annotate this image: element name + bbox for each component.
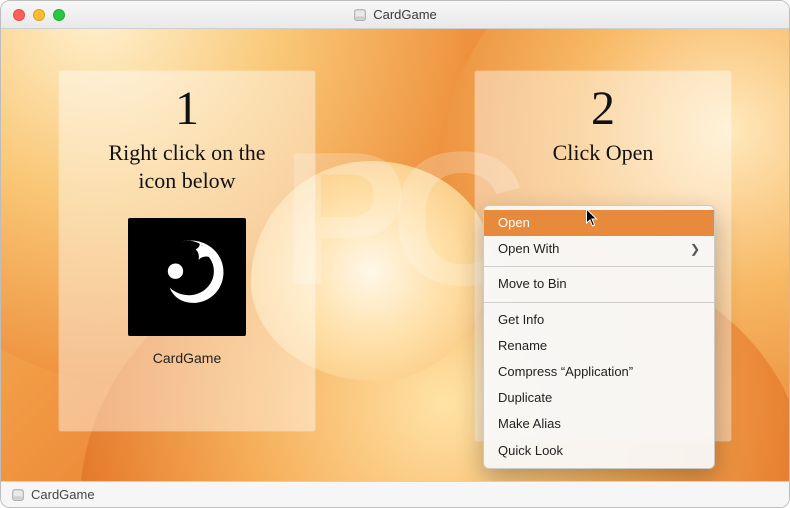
- step1-text-line2: icon below: [138, 168, 235, 193]
- app-label: CardGame: [153, 350, 221, 366]
- panels: 1 Right click on the icon below CardGame…: [1, 29, 789, 481]
- menu-item-compress-label: Compress “Application”: [498, 363, 633, 381]
- step2-number: 2: [591, 85, 615, 133]
- menu-item-rename-label: Rename: [498, 337, 547, 355]
- status-bar: CardGame: [1, 481, 789, 507]
- menu-item-move-to-bin[interactable]: Move to Bin: [484, 271, 714, 297]
- context-menu: Open Open With ❯ Move to Bin Get Info: [483, 205, 715, 469]
- disk-icon: [353, 8, 367, 22]
- menu-item-make-alias-label: Make Alias: [498, 415, 561, 433]
- step2-panel: 2 Click Open Open Open With ❯ Move to Bi…: [475, 71, 731, 441]
- menu-item-duplicate-label: Duplicate: [498, 389, 552, 407]
- traffic-lights: [13, 9, 65, 21]
- menu-separator: [484, 266, 714, 267]
- content-area: PC 1 Right click on the icon below CardG…: [1, 29, 789, 481]
- status-label: CardGame: [31, 487, 95, 502]
- step1-text-line1: Right click on the: [108, 140, 265, 165]
- zoom-button[interactable]: [53, 9, 65, 21]
- titlebar: CardGame: [1, 1, 789, 29]
- window-title: CardGame: [373, 7, 437, 22]
- menu-item-make-alias[interactable]: Make Alias: [484, 411, 714, 437]
- step1-text: Right click on the icon below: [108, 139, 265, 194]
- dragon-icon: [139, 229, 235, 325]
- menu-item-get-info-label: Get Info: [498, 311, 544, 329]
- minimize-button[interactable]: [33, 9, 45, 21]
- app-icon[interactable]: [128, 218, 246, 336]
- window-frame: CardGame PC 1 Right click on the icon be…: [0, 0, 790, 508]
- menu-item-rename[interactable]: Rename: [484, 333, 714, 359]
- step2-text: Click Open: [553, 139, 654, 167]
- menu-separator: [484, 302, 714, 303]
- step1-panel: 1 Right click on the icon below CardGame: [59, 71, 315, 431]
- menu-item-open-with[interactable]: Open With ❯: [484, 236, 714, 262]
- menu-item-move-to-bin-label: Move to Bin: [498, 275, 567, 293]
- close-button[interactable]: [13, 9, 25, 21]
- title-center: CardGame: [1, 7, 789, 22]
- step1-number: 1: [175, 85, 199, 133]
- menu-item-open[interactable]: Open: [484, 210, 714, 236]
- chevron-right-icon: ❯: [690, 241, 700, 258]
- menu-item-duplicate[interactable]: Duplicate: [484, 385, 714, 411]
- menu-item-quick-look[interactable]: Quick Look: [484, 438, 714, 464]
- menu-item-quick-look-label: Quick Look: [498, 442, 563, 460]
- menu-item-open-label: Open: [498, 214, 530, 232]
- menu-item-get-info[interactable]: Get Info: [484, 307, 714, 333]
- menu-item-compress[interactable]: Compress “Application”: [484, 359, 714, 385]
- menu-item-open-with-label: Open With: [498, 240, 559, 258]
- disk-icon: [11, 488, 25, 502]
